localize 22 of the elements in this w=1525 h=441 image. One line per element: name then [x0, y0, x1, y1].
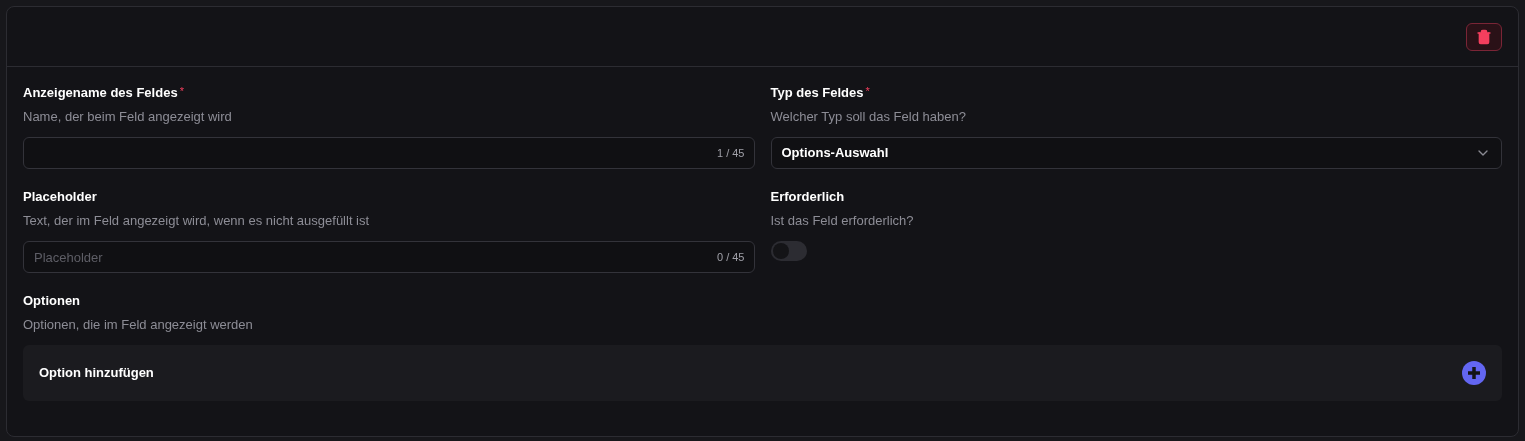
text-field[interactable]	[23, 137, 755, 169]
character-counter: 0 / 45	[716, 250, 745, 265]
plus-circle-icon	[1462, 361, 1486, 385]
field-description: Ist das Feld erforderlich?	[770, 212, 915, 230]
section-label: Optionen	[23, 292, 82, 310]
type-select[interactable]: Options-Auswahl	[770, 137, 1502, 169]
required-asterisk: *	[865, 84, 870, 99]
required-asterisk: *	[179, 84, 184, 99]
field-description: Welcher Typ soll das Feld haben?	[770, 108, 967, 126]
field-description: Text, der im Feld angezeigt wird, wenn es nicht ausgefüllt ist	[23, 212, 371, 230]
field-label: Anzeigename des Feldes	[23, 84, 178, 102]
add-option-row[interactable]: Option hinzufügen	[23, 345, 1502, 401]
field-label: Erforderlich	[770, 188, 845, 206]
delete-button[interactable]	[1466, 22, 1502, 51]
add-option-label: Option hinzufügen	[39, 364, 154, 383]
field-label: Typ des Feldes	[770, 84, 864, 102]
field-label: Placeholder	[23, 188, 97, 206]
toggle-switch[interactable]	[770, 241, 807, 261]
trash-icon	[1476, 28, 1492, 45]
field-description: Name, der beim Feld angezeigt wird	[23, 108, 233, 126]
character-counter: 1 / 45	[716, 146, 745, 161]
section-description: Optionen, die im Feld angezeigt werden	[23, 316, 254, 334]
